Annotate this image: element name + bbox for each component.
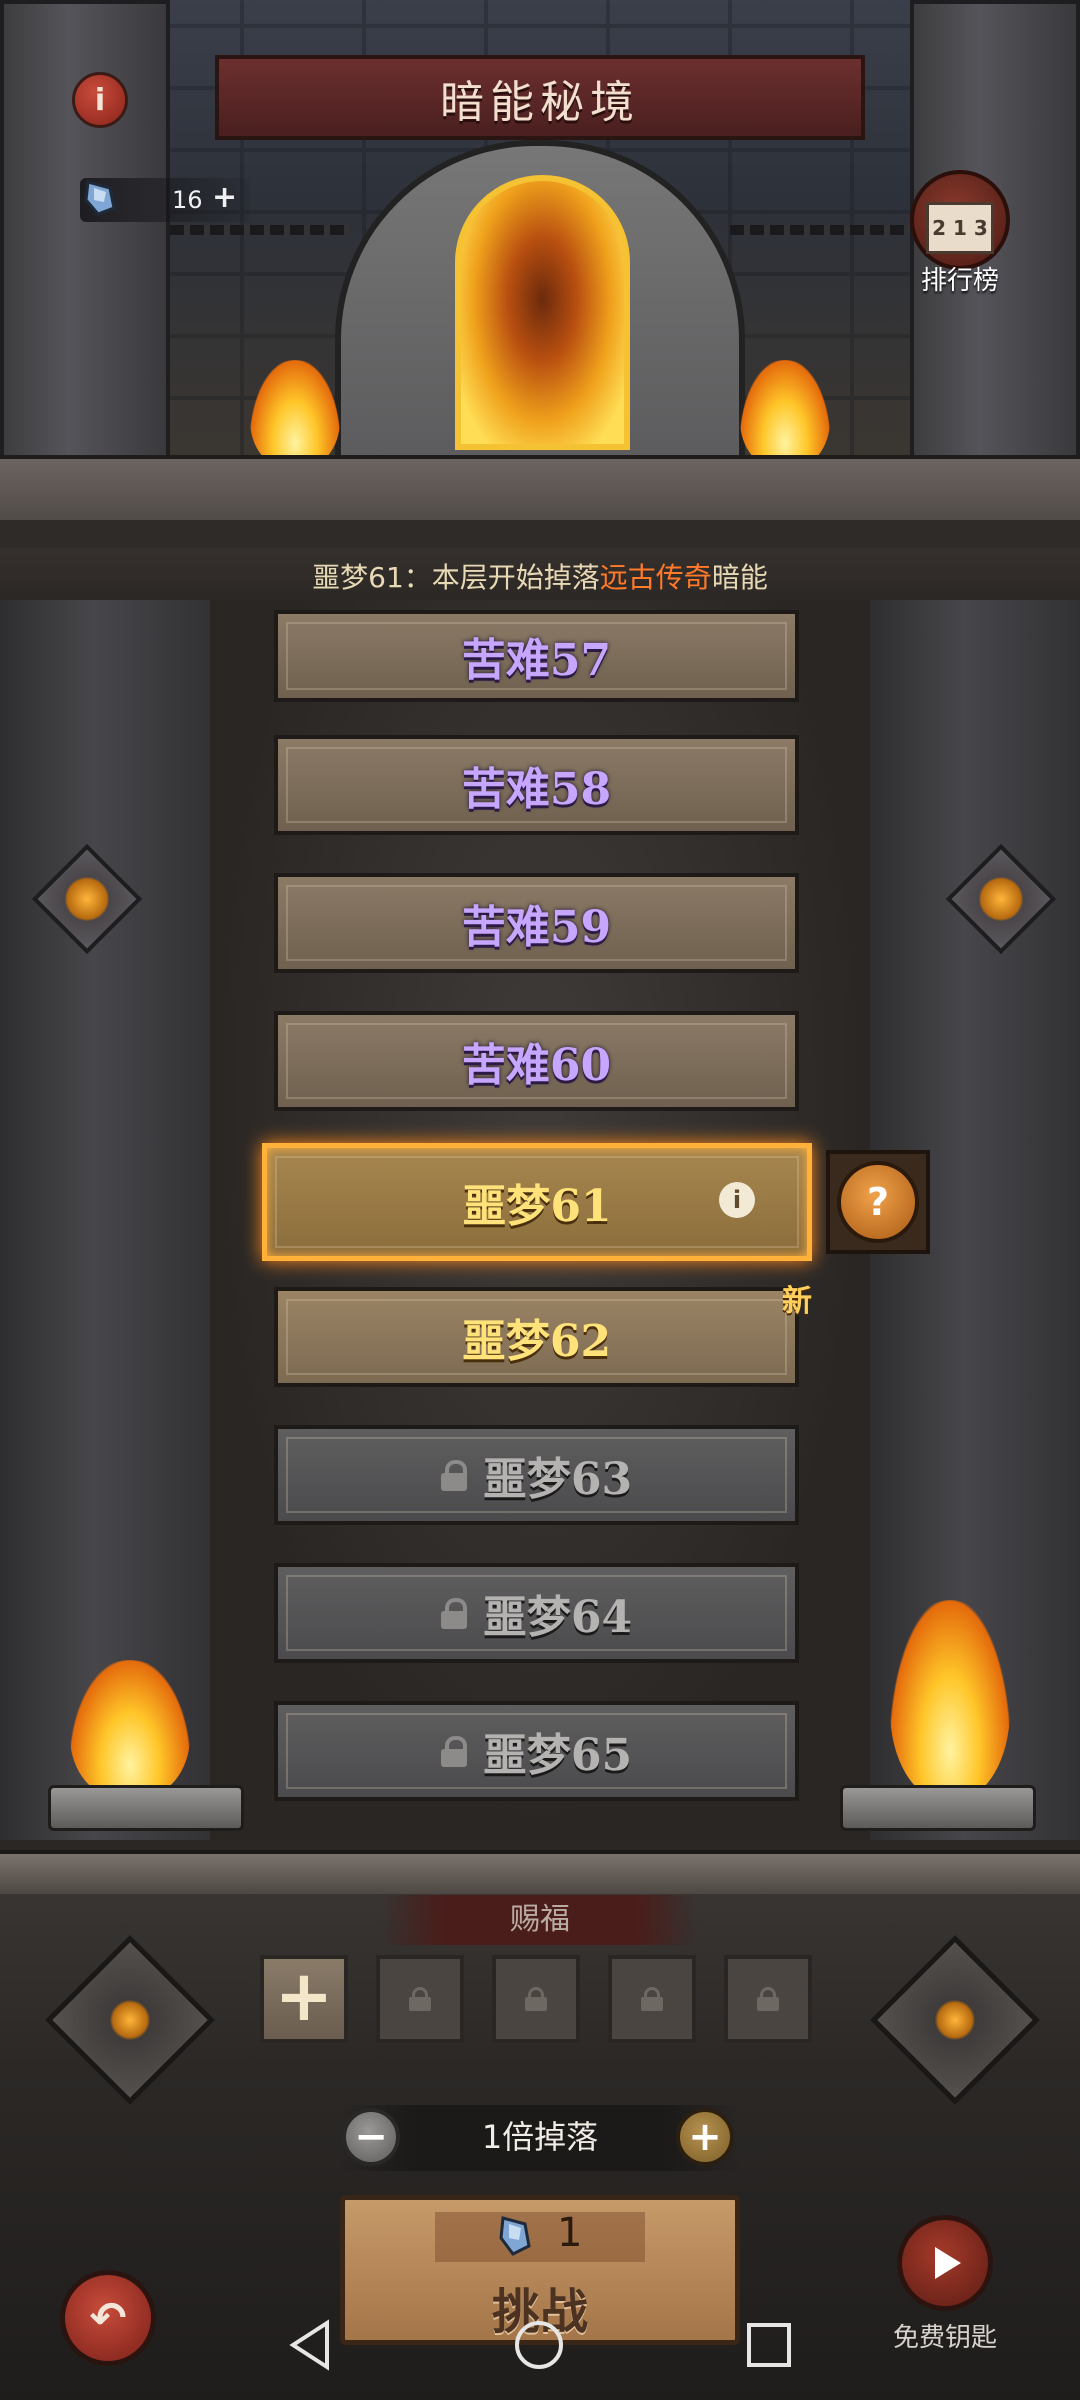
question-icon: ?	[837, 1161, 919, 1243]
level-reward-button[interactable]: ?	[826, 1150, 930, 1254]
flame-left	[250, 360, 340, 470]
level-item[interactable]: 苦难58	[274, 735, 799, 835]
lock-icon	[440, 1598, 467, 1629]
lock-icon	[440, 1460, 467, 1491]
title-banner: 暗能秘境	[215, 55, 865, 140]
info-button[interactable]: i	[72, 72, 128, 128]
stone-floor	[0, 455, 1080, 520]
level-label: 噩梦62	[461, 1316, 612, 1367]
level-item-locked[interactable]: 噩梦65	[274, 1701, 799, 1801]
portal-vortex	[455, 175, 630, 450]
level-label: 噩梦63	[482, 1454, 633, 1505]
add-key-button[interactable]: +	[212, 180, 237, 215]
level-label: 噩梦64	[482, 1592, 633, 1643]
increase-drop-button[interactable]: +	[676, 2108, 734, 2166]
challenge-cost: 1	[557, 2210, 583, 2256]
lock-icon	[440, 1736, 467, 1767]
chain-left	[170, 225, 350, 235]
level-label: 苦难60	[461, 1040, 612, 1091]
podium-icon: 2 1 3	[926, 202, 994, 254]
lock-icon	[757, 1987, 779, 2011]
page-title: 暗能秘境	[440, 76, 640, 128]
lock-icon	[525, 1987, 547, 2011]
blessing-slot-locked[interactable]	[376, 1955, 464, 2043]
level-label: 苦难59	[461, 902, 612, 953]
level-item-locked[interactable]: 噩梦64	[274, 1563, 799, 1663]
flame-right	[740, 360, 830, 470]
level-item[interactable]: 噩梦62	[274, 1287, 799, 1387]
level-info-icon[interactable]: i	[719, 1182, 755, 1218]
hint-prefix: 噩梦61：本层开始掉落	[312, 561, 600, 594]
level-label: 苦难57	[461, 635, 612, 686]
nav-home-icon[interactable]	[513, 2319, 565, 2371]
level-item[interactable]: 苦难59	[274, 873, 799, 973]
blessing-title: 赐福	[380, 1895, 700, 1945]
key-count: 16	[172, 186, 203, 214]
level-label: 苦难58	[461, 764, 612, 815]
nav-recent-apps-icon[interactable]	[745, 2321, 793, 2369]
stone-ledge	[0, 1850, 1080, 1894]
level-item-locked[interactable]: 噩梦63	[274, 1425, 799, 1525]
info-icon: i	[94, 82, 106, 118]
blessing-slot-locked[interactable]	[492, 1955, 580, 2043]
blessing-slot-locked[interactable]	[724, 1955, 812, 2043]
system-nav-bar	[0, 2290, 1080, 2400]
level-label: 噩梦61	[462, 1181, 612, 1232]
key-crystal-icon	[84, 180, 116, 216]
level-item[interactable]: 苦难60	[274, 1011, 799, 1111]
leaderboard-button[interactable]: 2 1 3 排行榜	[905, 170, 1015, 296]
drop-hint: 噩梦61：本层开始掉落 远古传奇 暗能	[0, 548, 1080, 604]
hint-suffix: 暗能	[711, 561, 768, 594]
level-item[interactable]: 苦难57	[274, 610, 799, 702]
add-blessing-button[interactable]: +	[260, 1955, 348, 2043]
lock-icon	[641, 1987, 663, 2011]
leaderboard-label: 排行榜	[920, 266, 999, 296]
hint-highlight: 远古传奇	[599, 561, 712, 594]
new-badge: 新	[782, 1284, 812, 1319]
key-crystal-icon	[499, 2216, 531, 2256]
nav-back-icon[interactable]	[287, 2319, 333, 2371]
plus-icon: +	[274, 1955, 334, 2037]
drop-multiplier-label: 1倍掉落	[481, 2118, 599, 2156]
level-label: 噩梦65	[482, 1730, 633, 1781]
level-item-selected[interactable]: 噩梦61 i	[262, 1143, 812, 1261]
blessing-slot-locked[interactable]	[608, 1955, 696, 2043]
leaderboard-icon: 2 1 3	[910, 170, 1010, 270]
cost-bar	[435, 2212, 645, 2262]
decrease-drop-button[interactable]: −	[342, 2108, 400, 2166]
lock-icon	[409, 1987, 431, 2011]
chain-right	[730, 225, 910, 235]
